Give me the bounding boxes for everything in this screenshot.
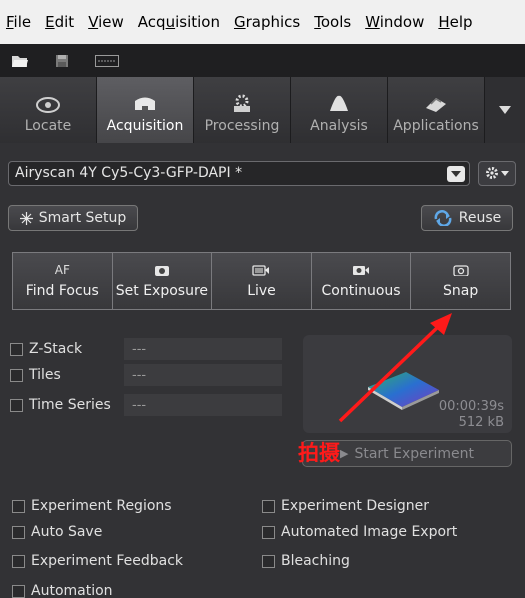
menu-window[interactable]: Window — [365, 13, 424, 31]
menu-graphics[interactable]: Graphics — [234, 13, 300, 31]
annotation-text: 拍摄 — [298, 441, 340, 465]
menu-view[interactable]: View — [88, 13, 124, 31]
save-icon[interactable] — [52, 53, 72, 69]
menu-acquisition[interactable]: Acquisition — [138, 13, 220, 31]
tab-locate[interactable]: Locate — [0, 77, 97, 143]
checkbox[interactable] — [262, 554, 275, 568]
processing-icon — [234, 94, 250, 112]
checkbox[interactable] — [262, 499, 275, 513]
locate-icon — [36, 97, 60, 113]
open-folder-icon[interactable] — [10, 53, 30, 69]
acquisition-panel: Airyscan 4Y Cy5-Cy3-GFP-DAPI * Smart Set… — [0, 143, 525, 598]
automation-option[interactable]: Automation — [12, 580, 113, 598]
analysis-icon — [330, 95, 348, 111]
checkbox[interactable] — [262, 525, 275, 539]
tabs-overflow-button[interactable] — [485, 77, 525, 143]
checkbox[interactable] — [12, 525, 25, 539]
tab-applications[interactable]: Applications — [388, 77, 485, 143]
menu-edit[interactable]: Edit — [45, 13, 74, 31]
automated-image-export-option[interactable]: Automated Image Export — [262, 521, 457, 543]
experiment-regions-option[interactable]: Experiment Regions — [12, 495, 172, 517]
tab-processing[interactable]: Processing — [194, 77, 291, 143]
menu-help[interactable]: Help — [438, 13, 472, 31]
keyboard-icon[interactable] — [94, 53, 120, 69]
menu-tools[interactable]: Tools — [314, 13, 351, 31]
acquisition-icon — [135, 97, 155, 110]
menu-file[interactable]: File — [6, 13, 31, 31]
toolbar — [0, 44, 525, 77]
checkbox[interactable] — [12, 554, 25, 568]
bleaching-option[interactable]: Bleaching — [262, 550, 350, 572]
checkbox[interactable] — [12, 499, 25, 513]
experiment-feedback-option[interactable]: Experiment Feedback — [12, 550, 183, 572]
menu-bar: File Edit View Acquisition Graphics Tool… — [0, 0, 525, 44]
tab-analysis[interactable]: Analysis — [291, 77, 388, 143]
main-tabs: Locate Acquisition Processing Analysis A… — [0, 77, 525, 143]
auto-save-option[interactable]: Auto Save — [12, 521, 102, 543]
applications-icon — [426, 98, 446, 112]
checkbox[interactable] — [12, 584, 25, 598]
tab-acquisition[interactable]: Acquisition — [97, 77, 194, 143]
chevron-down-icon — [499, 106, 511, 114]
experiment-designer-option[interactable]: Experiment Designer — [262, 495, 429, 517]
